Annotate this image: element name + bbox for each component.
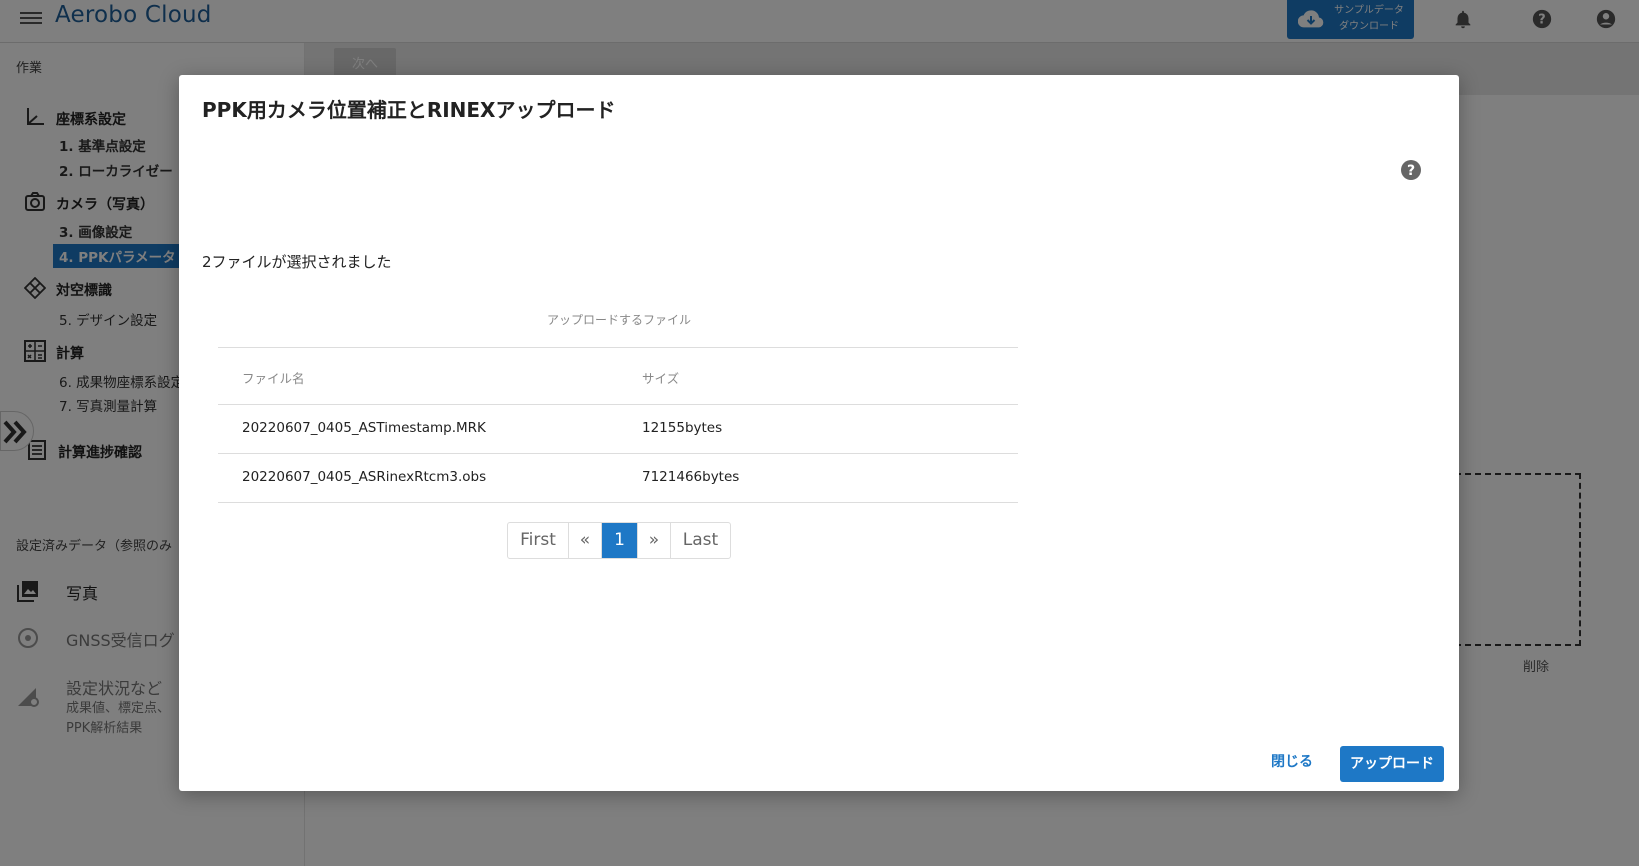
pagination-next[interactable]: »	[638, 523, 671, 558]
selected-files-text: 2ファイルが選択されました	[202, 253, 392, 271]
ppk-upload-dialog: PPK用カメラ位置補正とRINEXアップロード ? 2ファイルが選択されました …	[179, 75, 1459, 791]
table-row: 20220607_0405_ASTimestamp.MRK 12155bytes	[218, 405, 1018, 454]
close-button[interactable]: 閉じる	[1262, 747, 1322, 777]
file-name: 20220607_0405_ASTimestamp.MRK	[242, 420, 486, 436]
file-name: 20220607_0405_ASRinexRtcm3.obs	[242, 469, 487, 485]
dialog-title: PPK用カメラ位置補正とRINEXアップロード	[202, 98, 616, 122]
column-header-filename: ファイル名	[242, 371, 305, 386]
upload-button[interactable]: アップロード	[1340, 746, 1444, 782]
pagination-last[interactable]: Last	[671, 523, 730, 558]
table-caption: アップロードするファイル	[546, 313, 691, 327]
help-icon[interactable]: ?	[1400, 159, 1422, 181]
pagination-first[interactable]: First	[508, 523, 569, 558]
pagination-prev[interactable]: «	[569, 523, 602, 558]
file-size: 12155bytes	[642, 420, 723, 436]
pagination: First « 1 » Last	[507, 522, 731, 559]
table-row: 20220607_0405_ASRinexRtcm3.obs 7121466by…	[218, 454, 1018, 503]
table-header-row: ファイル名 サイズ	[218, 348, 1018, 405]
upload-files-table: ファイル名 サイズ 20220607_0405_ASTimestamp.MRK …	[218, 347, 1018, 503]
svg-text:?: ?	[1407, 163, 1415, 179]
file-size: 7121466bytes	[642, 469, 740, 485]
column-header-size: サイズ	[642, 371, 680, 386]
pagination-page-1[interactable]: 1	[602, 523, 638, 558]
